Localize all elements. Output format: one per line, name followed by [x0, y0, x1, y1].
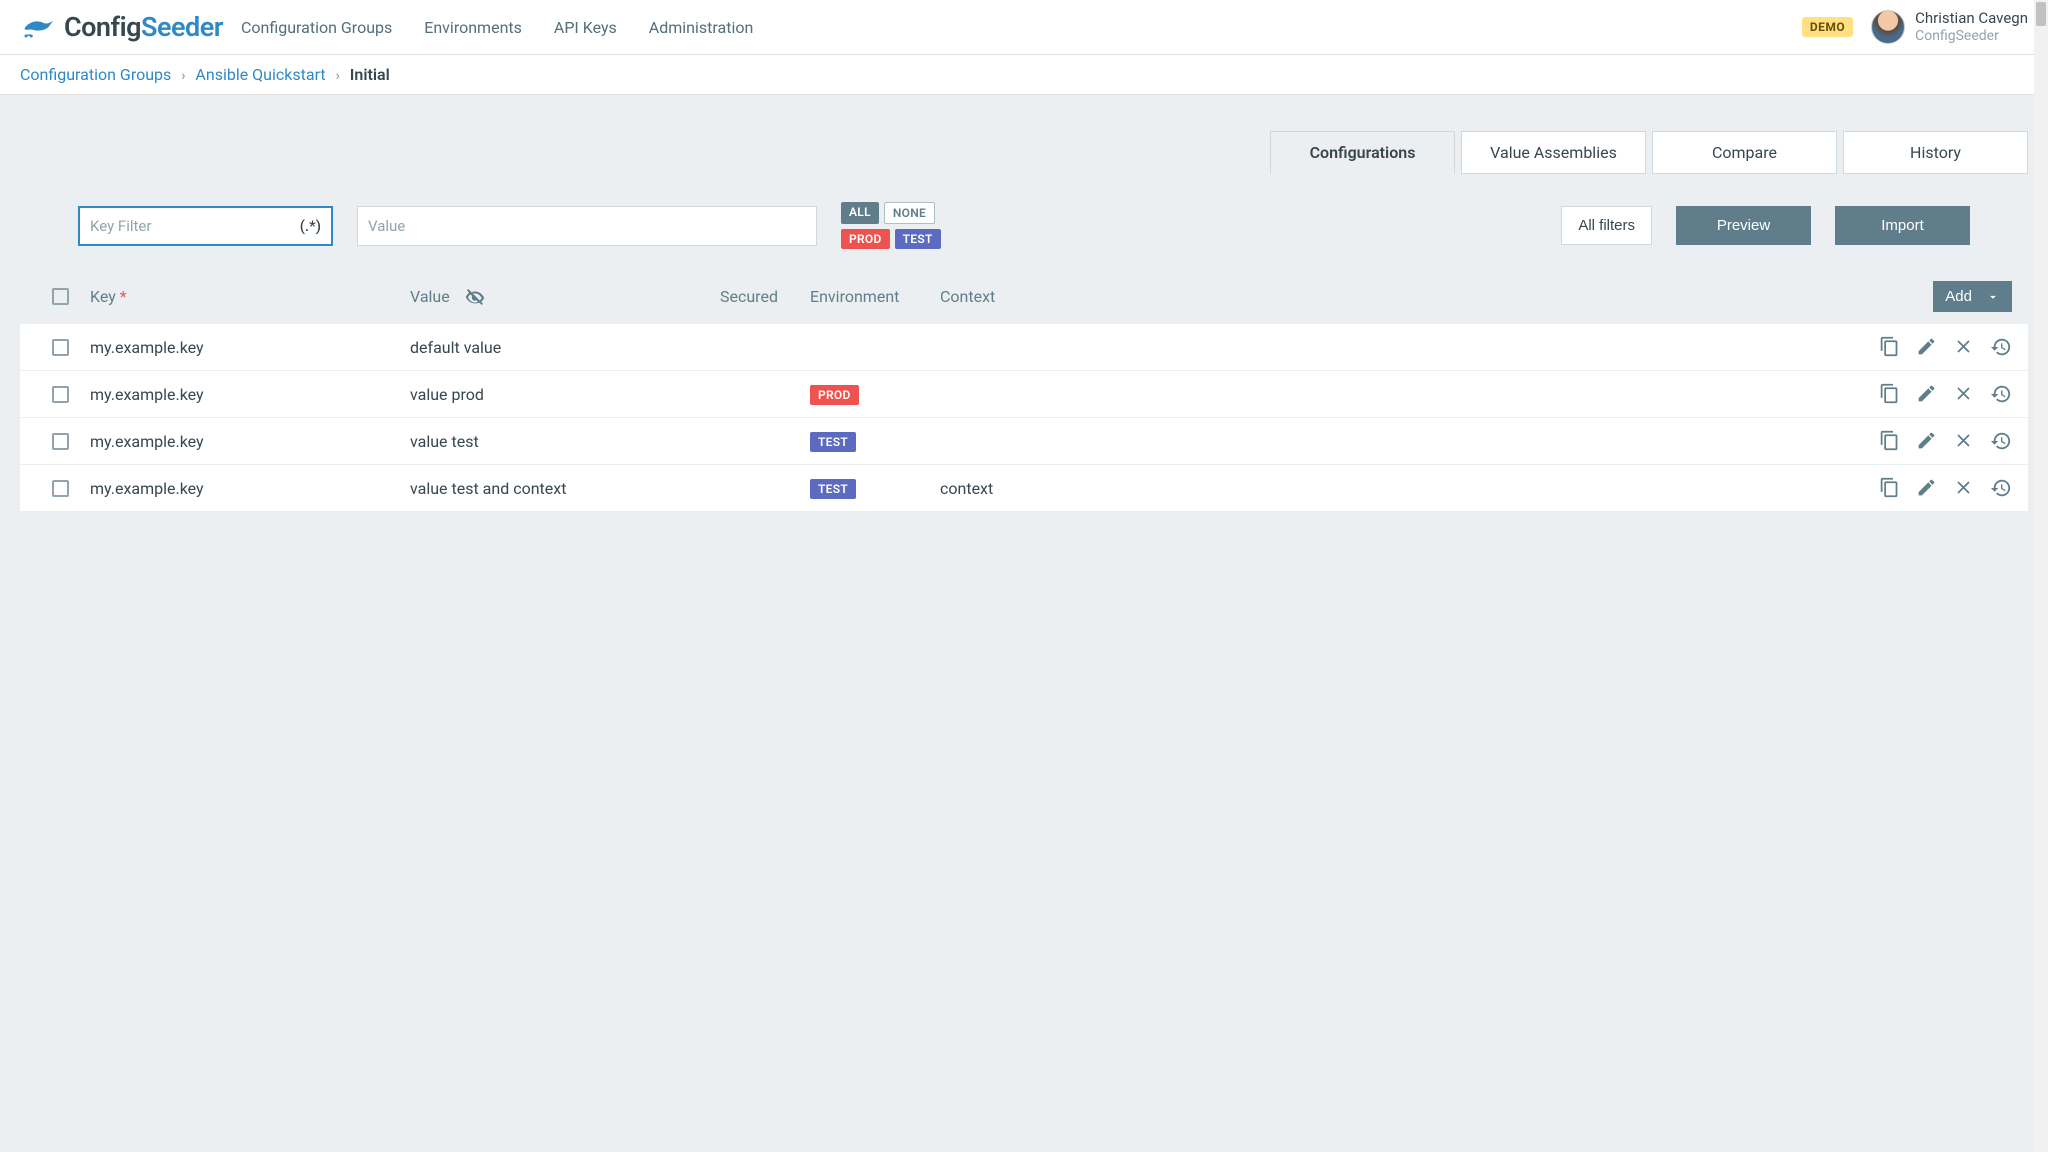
- import-button[interactable]: Import: [1835, 206, 1970, 245]
- key-filter-placeholder: Key Filter: [90, 217, 151, 235]
- cell-value: value prod: [410, 385, 720, 404]
- edit-icon[interactable]: [1916, 477, 1937, 498]
- main-nav: Configuration Groups Environments API Ke…: [241, 18, 753, 37]
- close-icon[interactable]: [1953, 477, 1974, 498]
- value-filter-input[interactable]: Value: [357, 206, 817, 246]
- cell-key: my.example.key: [90, 338, 410, 357]
- cell-key: my.example.key: [90, 385, 410, 404]
- add-button[interactable]: Add: [1933, 281, 2012, 312]
- row-checkbox[interactable]: [52, 480, 69, 497]
- logo[interactable]: ConfigSeeder: [20, 11, 223, 43]
- nav-configuration-groups[interactable]: Configuration Groups: [241, 18, 392, 37]
- crumb-root[interactable]: Configuration Groups: [20, 65, 171, 84]
- avatar: [1871, 10, 1905, 44]
- all-filters-button[interactable]: All filters: [1561, 206, 1652, 245]
- edit-icon[interactable]: [1916, 336, 1937, 357]
- close-icon[interactable]: [1953, 336, 1974, 357]
- crumb-current: Initial: [350, 65, 390, 84]
- env-pill: TEST: [810, 479, 856, 499]
- chip-test[interactable]: TEST: [895, 229, 941, 249]
- tab-history[interactable]: History: [1843, 131, 2028, 174]
- row-checkbox[interactable]: [52, 386, 69, 403]
- env-pill: TEST: [810, 432, 856, 452]
- history-icon[interactable]: [1990, 430, 2012, 452]
- scrollbar[interactable]: [2034, 0, 2048, 1152]
- row-actions: [1838, 430, 2028, 452]
- breadcrumb: Configuration Groups › Ansible Quickstar…: [0, 55, 2048, 95]
- copy-icon[interactable]: [1879, 336, 1900, 357]
- chevron-down-icon: [1986, 290, 2000, 304]
- cell-value: value test: [410, 432, 720, 451]
- user-name: Christian Cavegn: [1915, 9, 2028, 28]
- chip-none[interactable]: NONE: [884, 202, 935, 224]
- row-checkbox[interactable]: [52, 339, 69, 356]
- close-icon[interactable]: [1953, 383, 1974, 404]
- content: Key Filter (.*) Value ALL NONE PROD TEST…: [20, 174, 2028, 512]
- history-icon[interactable]: [1990, 336, 2012, 358]
- col-key[interactable]: Key *: [90, 287, 410, 306]
- select-all-checkbox[interactable]: [52, 288, 69, 305]
- table-row: my.example.key default value: [20, 324, 2028, 371]
- cell-environment: PROD: [810, 384, 940, 405]
- env-pill: PROD: [810, 385, 859, 405]
- logo-text: ConfigSeeder: [64, 11, 223, 43]
- cell-value: default value: [410, 338, 720, 357]
- copy-icon[interactable]: [1879, 477, 1900, 498]
- table-row: my.example.key value prod PROD: [20, 371, 2028, 418]
- table-head: Key * Value Secured Environment Context …: [20, 269, 2028, 324]
- tabs: Configurations Value Assemblies Compare …: [0, 131, 2048, 174]
- history-icon[interactable]: [1990, 477, 2012, 499]
- cell-environment: TEST: [810, 431, 940, 452]
- chevron-right-icon: ›: [181, 68, 185, 84]
- table-body: my.example.key default value my.example.…: [20, 324, 2028, 512]
- nav-environments[interactable]: Environments: [424, 18, 522, 37]
- tab-compare[interactable]: Compare: [1652, 131, 1837, 174]
- value-filter-placeholder: Value: [368, 217, 405, 235]
- history-icon[interactable]: [1990, 383, 2012, 405]
- copy-icon[interactable]: [1879, 430, 1900, 451]
- copy-icon[interactable]: [1879, 383, 1900, 404]
- regex-hint: (.*): [300, 217, 321, 235]
- topbar: ConfigSeeder Configuration Groups Enviro…: [0, 0, 2048, 55]
- cell-context: context: [940, 479, 1150, 498]
- chevron-right-icon: ›: [336, 68, 340, 84]
- demo-badge: DEMO: [1802, 17, 1853, 37]
- close-icon[interactable]: [1953, 430, 1974, 451]
- key-filter-input[interactable]: Key Filter (.*): [78, 206, 333, 246]
- edit-icon[interactable]: [1916, 430, 1937, 451]
- visibility-off-icon[interactable]: [464, 286, 486, 308]
- col-value[interactable]: Value: [410, 286, 720, 308]
- cell-key: my.example.key: [90, 432, 410, 451]
- row-actions: [1838, 383, 2028, 405]
- crumb-group[interactable]: Ansible Quickstart: [195, 65, 325, 84]
- row-checkbox[interactable]: [52, 433, 69, 450]
- row-actions: [1838, 477, 2028, 499]
- cell-environment: TEST: [810, 478, 940, 499]
- tab-value-assemblies[interactable]: Value Assemblies: [1461, 131, 1646, 174]
- cell-key: my.example.key: [90, 479, 410, 498]
- row-actions: [1838, 336, 2028, 358]
- env-filter-chips: ALL NONE PROD TEST: [841, 202, 981, 249]
- tab-configurations[interactable]: Configurations: [1270, 131, 1455, 174]
- col-secured[interactable]: Secured: [720, 287, 810, 306]
- col-context[interactable]: Context: [940, 287, 1150, 306]
- preview-button[interactable]: Preview: [1676, 206, 1811, 245]
- user-org: ConfigSeeder: [1915, 28, 2028, 46]
- filter-row: Key Filter (.*) Value ALL NONE PROD TEST…: [20, 174, 2028, 269]
- user-menu[interactable]: Christian Cavegn ConfigSeeder: [1871, 9, 2028, 45]
- table-row: my.example.key value test TEST: [20, 418, 2028, 465]
- nav-api-keys[interactable]: API Keys: [554, 18, 617, 37]
- chip-prod[interactable]: PROD: [841, 229, 890, 249]
- chip-all[interactable]: ALL: [841, 202, 879, 224]
- nav-administration[interactable]: Administration: [649, 18, 754, 37]
- table-row: my.example.key value test and context TE…: [20, 465, 2028, 512]
- edit-icon[interactable]: [1916, 383, 1937, 404]
- logo-icon: [20, 12, 56, 42]
- cell-value: value test and context: [410, 479, 720, 498]
- col-environment[interactable]: Environment: [810, 287, 940, 306]
